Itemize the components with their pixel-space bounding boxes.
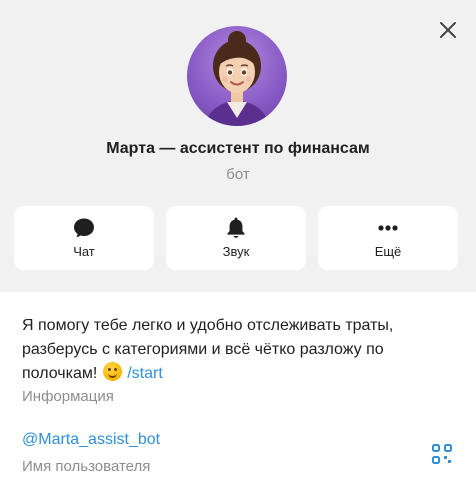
more-dots-icon	[378, 225, 398, 231]
close-icon	[440, 22, 456, 38]
more-button[interactable]: Ещё	[318, 206, 458, 270]
chat-button-label: Чат	[73, 244, 95, 259]
close-button[interactable]	[434, 16, 462, 44]
avatar-illustration	[205, 31, 269, 126]
bot-profile-panel: Марта — ассистент по финансам бот Чат Зв…	[0, 0, 476, 493]
profile-subtitle: бот	[226, 166, 250, 183]
profile-header: Марта — ассистент по финансам бот Чат Зв…	[0, 0, 476, 292]
bio-caption: Информация	[22, 388, 114, 405]
more-button-label: Ещё	[374, 244, 402, 259]
bio-body: Я помогу тебе легко и удобно отслеживать…	[22, 317, 394, 382]
qr-code-icon	[432, 444, 452, 464]
profile-name: Марта — ассистент по финансам	[106, 140, 370, 157]
username-caption: Имя пользователя	[22, 458, 151, 475]
username-link[interactable]: @Marta_assist_bot	[22, 431, 160, 449]
qr-code-button[interactable]	[430, 442, 454, 466]
avatar[interactable]	[187, 26, 287, 126]
bell-icon	[227, 217, 245, 238]
smiling-face-emoji-icon	[102, 362, 122, 381]
chat-bubble-icon	[74, 218, 94, 238]
start-command-link[interactable]: /start	[127, 365, 163, 382]
sound-button[interactable]: Звук	[166, 206, 306, 270]
sound-button-label: Звук	[222, 244, 250, 259]
chat-button[interactable]: Чат	[14, 206, 154, 270]
bio-text: Я помогу тебе легко и удобно отслеживать…	[22, 314, 462, 386]
